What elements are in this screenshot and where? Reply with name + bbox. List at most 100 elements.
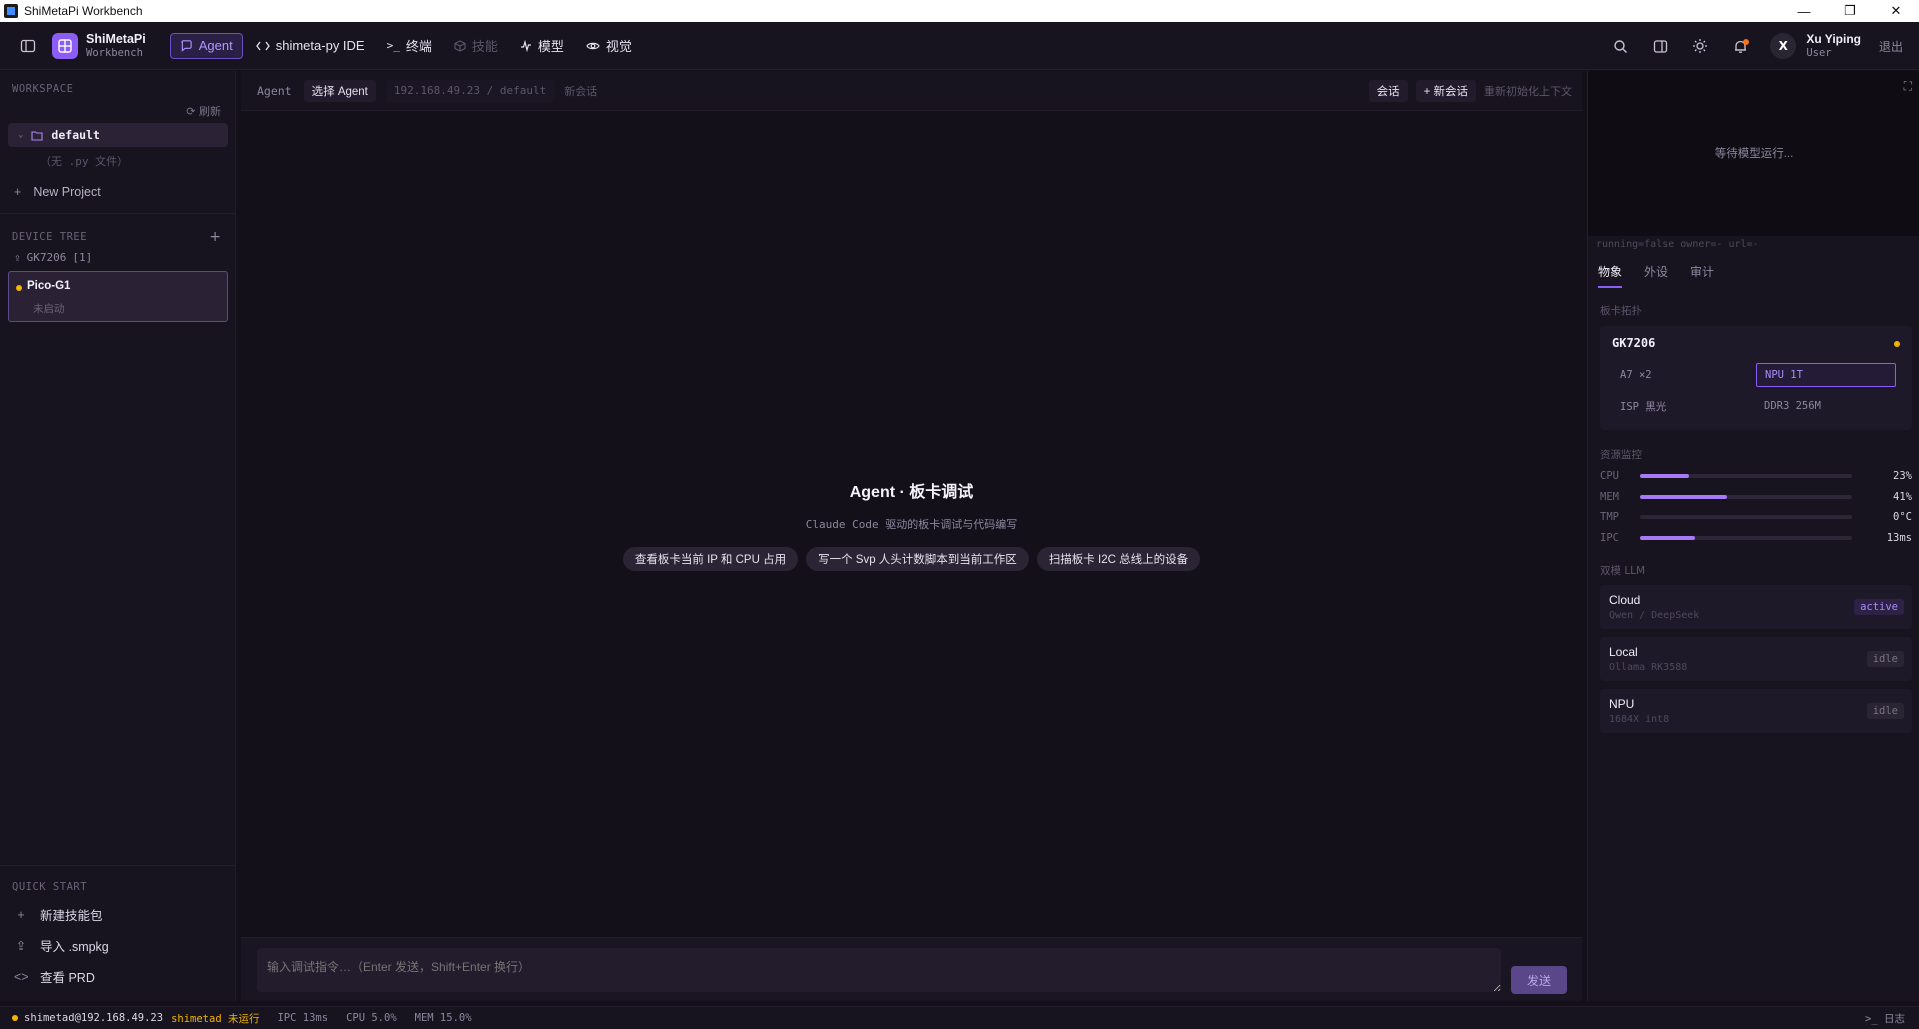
context-bar: Agent 选择 Agent 192.168.49.23 / default 新… <box>241 71 1582 111</box>
resource-label: MEM <box>1600 491 1619 503</box>
new-session-button[interactable]: + 新会话 <box>1415 80 1476 102</box>
suggestion-chip[interactable]: 写一个 Svp 人头计数脚本到当前工作区 <box>806 547 1029 571</box>
llm-card-local[interactable]: Local Ollama RK3588 idle <box>1600 637 1912 681</box>
context-actions: 会话 + 新会话 重新初始化上下文 <box>1368 80 1572 102</box>
llm-name: Cloud <box>1609 593 1641 607</box>
select-agent-button[interactable]: 选择 Agent <box>303 79 376 102</box>
refresh-button[interactable]: ⟳ 刷新 <box>186 103 221 119</box>
suggestion-chip[interactable]: 查看板卡当前 IP 和 CPU 占用 <box>622 547 799 571</box>
upload-icon: ⇪ <box>15 939 27 953</box>
reinit-context-button[interactable]: 重新初始化上下文 <box>1484 83 1572 99</box>
tab-objects[interactable]: 物象 <box>1598 263 1623 288</box>
nav-tab-vision[interactable]: 视觉 <box>577 33 641 59</box>
resource-value: 41% <box>1893 491 1912 503</box>
nav-tab-skills[interactable]: 技能 <box>445 33 507 59</box>
nav-tab-agent[interactable]: Agent <box>169 32 243 59</box>
tab-peripherals[interactable]: 外设 <box>1644 263 1668 288</box>
suggestion-chip[interactable]: 扫描板卡 I2C 总线上的设备 <box>1036 547 1201 571</box>
context-path: 192.168.49.23 / default <box>385 79 555 102</box>
panel-toggle-icon[interactable] <box>1640 30 1680 62</box>
quick-start-view-prd[interactable]: <> 查看 PRD <box>14 967 95 986</box>
divider <box>0 213 236 214</box>
cube-icon <box>454 39 466 52</box>
user-role: User <box>1806 47 1832 59</box>
workspace-item-default[interactable]: ⌄ default <box>8 123 228 147</box>
maximize-button[interactable]: ❐ <box>1827 0 1873 22</box>
nav-tab-label: 技能 <box>471 39 498 54</box>
device-group-gk7206[interactable]: ⇪ GK7206 [1] <box>14 251 92 264</box>
resource-value: 23% <box>1893 470 1912 482</box>
fullscreen-icon[interactable]: ⛶ <box>1904 79 1912 94</box>
avatar[interactable]: X <box>1770 33 1797 59</box>
nav-tab-terminal[interactable]: >_ 终端 <box>378 33 441 59</box>
nav-tab-ide[interactable]: shimeta-py IDE <box>247 33 374 59</box>
status-badge: idle <box>1866 651 1904 667</box>
llm-card-npu[interactable]: NPU 1684X int8 idle <box>1600 689 1912 733</box>
top-toolbar: ShiMetaPi Workbench Agent shimeta-py IDE… <box>0 22 1919 70</box>
board-section-title: 板卡拓扑 <box>1600 305 1642 317</box>
right-panel: ⛶ 等待模型运行... running=false owner=- url=- … <box>1587 71 1919 1001</box>
llm-sub: Ollama RK3588 <box>1609 662 1688 673</box>
device-name: Pico-G1 <box>27 280 71 292</box>
nav-tab-models[interactable]: 模型 <box>511 33 573 59</box>
quick-start-new-skill[interactable]: + 新建技能包 <box>14 905 102 924</box>
notification-bell-icon[interactable] <box>1720 30 1760 62</box>
llm-card-cloud[interactable]: Cloud Qwen / DeepSeek active <box>1600 585 1912 629</box>
llm-name: NPU <box>1609 697 1635 711</box>
tab-audit[interactable]: 审计 <box>1690 263 1714 288</box>
device-group-count: [1] <box>72 251 93 264</box>
app-icon <box>4 4 18 18</box>
board-cell-ddr: DDR3 256M <box>1764 400 1821 412</box>
quick-start-import[interactable]: ⇪ 导入 .smpkg <box>14 936 109 955</box>
new-session-label: 新会话 <box>564 84 598 98</box>
theme-sun-icon[interactable] <box>1680 30 1720 62</box>
resource-bar-fill <box>1640 474 1689 478</box>
connection-status-dot <box>12 1015 18 1021</box>
right-tabs: 物象 外设 审计 <box>1598 263 1714 288</box>
resource-bar-fill <box>1640 536 1696 540</box>
device-group-label: GK7206 <box>26 251 67 264</box>
resource-row-tmp: TMP 0°C <box>1600 510 1912 524</box>
logs-button[interactable]: >_ 日志 <box>1865 1011 1905 1026</box>
resource-row-mem: MEM 41% <box>1600 490 1912 504</box>
add-device-icon[interactable]: + <box>209 229 221 245</box>
upload-icon: ⇪ <box>14 251 21 264</box>
llm-sub: Qwen / DeepSeek <box>1609 610 1700 621</box>
resource-section-title: 资源监控 <box>1600 449 1642 461</box>
board-cell-npu[interactable]: NPU 1T <box>1756 363 1896 387</box>
brand-logo-icon <box>52 32 78 59</box>
board-name: GK7206 <box>1612 336 1656 350</box>
nav-tab-label: shimeta-py IDE <box>275 38 365 53</box>
status-badge: idle <box>1866 703 1904 719</box>
window-controls: — ❐ ✕ <box>1781 0 1919 22</box>
device-status: 未启动 <box>33 303 65 315</box>
status-cpu: CPU 5.0% <box>346 1012 397 1024</box>
send-button[interactable]: 发送 <box>1511 966 1567 994</box>
resource-row-cpu: CPU 23% <box>1600 469 1912 483</box>
chat-input[interactable] <box>257 948 1501 992</box>
plus-icon: + <box>14 185 22 199</box>
resource-bar <box>1640 474 1852 478</box>
hero-subtitle: Claude Code 驱动的板卡调试与代码编写 <box>805 518 1018 531</box>
close-button[interactable]: ✕ <box>1873 0 1919 22</box>
workspace-section-title: WORKSPACE <box>12 83 74 95</box>
search-icon[interactable] <box>1600 30 1640 62</box>
refresh-icon: ⟳ <box>186 105 196 118</box>
toolbar-right: X Xu Yiping User 退出 <box>1600 22 1919 70</box>
window-titlebar: ShiMetaPi Workbench — ❐ ✕ <box>0 0 1919 22</box>
device-item-pico-g1[interactable]: Pico-G1 未启动 <box>8 271 228 322</box>
new-project-button[interactable]: + New Project <box>14 185 101 199</box>
resource-label: TMP <box>1600 511 1619 523</box>
status-service: shimetad 未运行 <box>171 1012 260 1025</box>
logout-link[interactable]: 退出 <box>1879 38 1903 55</box>
resource-value: 0°C <box>1893 511 1912 523</box>
sidebar-toggle-icon[interactable] <box>12 30 44 62</box>
quick-start-label: 查看 PRD <box>40 971 95 985</box>
sessions-button[interactable]: 会话 <box>1368 80 1408 102</box>
chat-input-area: 发送 <box>241 937 1582 1001</box>
chat-bubble-icon <box>181 40 192 52</box>
resource-label: IPC <box>1600 532 1619 544</box>
minimize-button[interactable]: — <box>1781 0 1827 22</box>
resource-label: CPU <box>1600 470 1619 482</box>
workspace-empty-note: （无 .py 文件） <box>40 155 129 168</box>
